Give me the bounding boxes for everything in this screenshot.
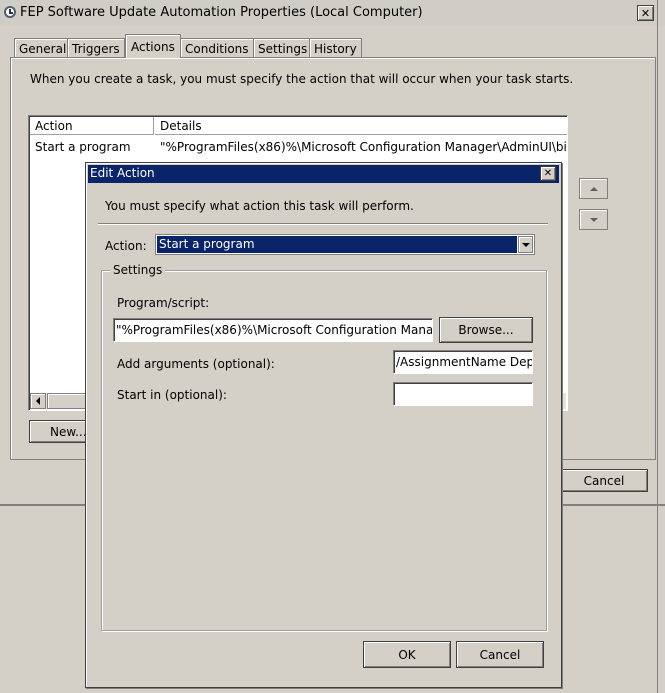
edit-action-dialog: Edit Action ✕ You must specify what acti… [85,162,562,688]
tab-conditions[interactable]: Conditions [180,38,254,58]
edit-action-close-button[interactable]: ✕ [540,166,556,181]
list-header-details[interactable]: Details [155,117,567,135]
action-label: Action: [105,239,147,253]
tab-actions[interactable]: Actions [125,34,181,58]
scroll-left-button[interactable] [30,393,46,409]
main-cancel-button[interactable]: Cancel [560,469,648,492]
main-titlebar: FEP Software Update Automation Propertie… [0,0,665,26]
browse-button[interactable]: Browse... [439,317,533,343]
arrow-down-icon [589,217,598,222]
program-script-input[interactable]: "%ProgramFiles(x86)%\Microsoft Configura… [113,318,433,342]
settings-legend: Settings [110,263,166,277]
edit-action-cancel-button[interactable]: Cancel [456,641,544,668]
right-edge [657,0,658,693]
add-arguments-label: Add arguments (optional): [117,357,275,371]
start-in-label: Start in (optional): [117,388,227,402]
action-select-dropdown-button[interactable] [518,236,533,253]
list-row-action[interactable]: Start a program [35,138,153,156]
arrow-up-icon [589,186,598,191]
move-up-button[interactable] [579,178,608,199]
chevron-down-icon [521,242,530,247]
actions-intro-text: When you create a task, you must specify… [30,72,574,86]
arrow-left-icon [36,397,40,405]
start-in-input[interactable] [393,382,533,406]
program-script-label: Program/script: [117,296,210,310]
list-header-action[interactable]: Action [30,117,154,135]
instruction-divider [98,223,548,224]
action-select-value: Start a program [157,236,517,253]
action-select[interactable]: Start a program [155,234,535,255]
edit-action-instruction: You must specify what action this task w… [105,199,414,213]
list-row-details[interactable]: "%ProgramFiles(x86)%\Microsoft Configura… [160,138,566,156]
edit-action-title: Edit Action [90,166,155,180]
task-clock-icon [4,6,16,18]
tab-settings[interactable]: Settings [253,38,313,58]
add-arguments-input[interactable]: /AssignmentName Deplo [393,350,533,374]
edit-action-titlebar: Edit Action ✕ [88,165,559,183]
tab-general[interactable]: General [14,38,72,58]
ok-button[interactable]: OK [363,641,451,668]
tab-history[interactable]: History [309,38,362,58]
main-window-title: FEP Software Update Automation Propertie… [20,5,423,20]
tab-triggers[interactable]: Triggers [67,38,125,58]
move-down-button[interactable] [579,209,608,230]
main-close-button[interactable]: ✕ [637,5,654,21]
scroll-thumb[interactable] [47,393,87,409]
